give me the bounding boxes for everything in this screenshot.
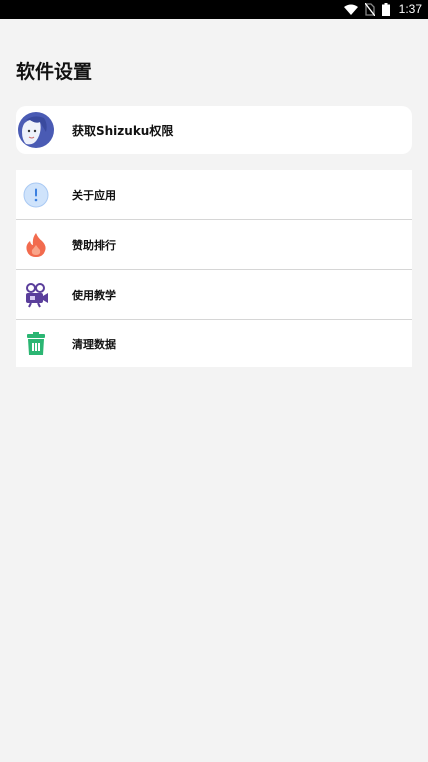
- trash-icon: [22, 330, 50, 358]
- avatar-icon: [18, 112, 54, 148]
- flame-icon: [22, 231, 50, 259]
- shizuku-permission-row[interactable]: 获取Shizuku权限: [16, 106, 412, 154]
- menu-item-about-app[interactable]: 关于应用: [16, 170, 412, 220]
- menu-item-sponsor-ranking[interactable]: 赞助排行: [16, 220, 412, 270]
- menu-item-label: 关于应用: [72, 188, 116, 202]
- video-camera-icon: [22, 281, 50, 309]
- shizuku-permission-label: 获取Shizuku权限: [72, 123, 174, 138]
- menu-item-label: 使用教学: [72, 288, 116, 302]
- status-icons: 1:37: [343, 0, 422, 19]
- status-bar: 1:37: [0, 0, 428, 19]
- shizuku-permission-card[interactable]: 获取Shizuku权限: [16, 106, 412, 154]
- menu-item-label: 赞助排行: [72, 238, 116, 252]
- page-title: 软件设置: [16, 61, 93, 83]
- info-icon: [22, 181, 50, 209]
- menu-item-tutorial[interactable]: 使用教学: [16, 270, 412, 320]
- status-time: 1:37: [398, 2, 422, 16]
- wifi-icon: [343, 4, 358, 15]
- battery-icon: [381, 3, 390, 16]
- settings-menu: 关于应用 赞助排行 使用教学 清理数据: [16, 170, 412, 367]
- no-sim-icon: [364, 3, 375, 16]
- menu-item-clear-data[interactable]: 清理数据: [16, 320, 412, 367]
- menu-item-label: 清理数据: [72, 337, 116, 351]
